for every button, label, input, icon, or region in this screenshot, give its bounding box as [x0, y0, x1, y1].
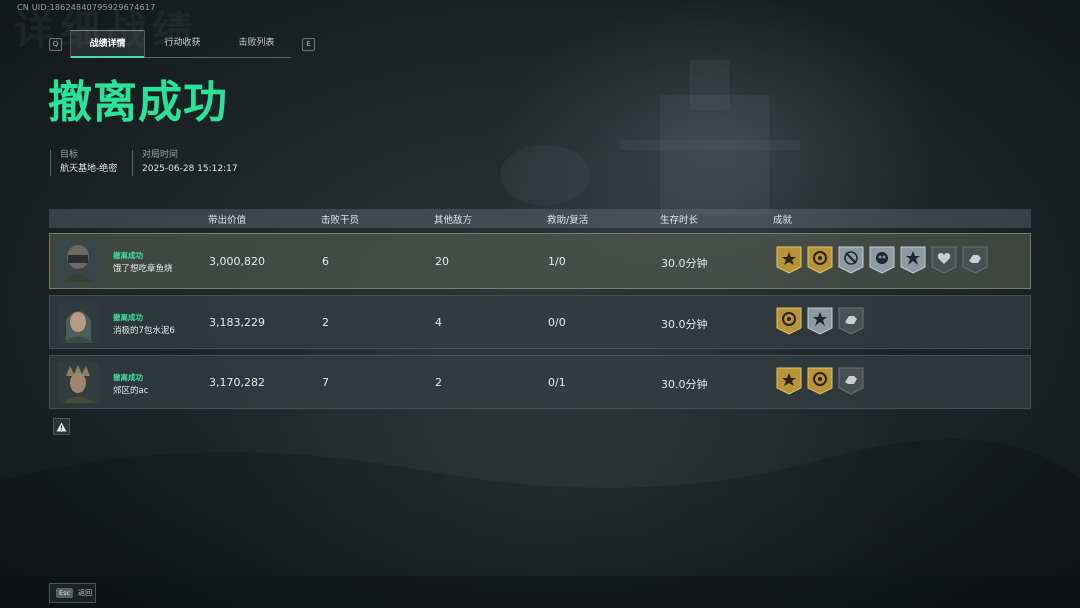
back-button[interactable]: Esc 返回	[49, 583, 96, 603]
survival-time: 30.0分钟	[661, 257, 708, 270]
assist-revive: 0/0	[548, 316, 566, 329]
dark-hand-icon[interactable]	[962, 246, 988, 274]
tab-defeat-list[interactable]: 击败列表	[220, 30, 293, 56]
silver-sword-icon[interactable]	[838, 246, 864, 274]
player-name: 郊区的ac	[113, 386, 149, 396]
gold-compass-icon[interactable]	[807, 246, 833, 274]
table-row[interactable]: 撤离成功 饿了想吃章鱼烧 3,000,820 6 20 1/0 30.0分钟	[49, 233, 1031, 289]
table-row[interactable]: 撤离成功 消极的7包水泥6 3,183,229 2 4 0/0 30.0分钟	[49, 295, 1031, 349]
dark-hand-icon[interactable]	[838, 367, 864, 395]
other-enemies-count: 2	[435, 376, 442, 389]
tab-prev-key-hint: Q	[49, 38, 62, 51]
kills-count: 6	[322, 255, 329, 268]
player-status: 撤离成功	[113, 313, 143, 322]
survival-time: 30.0分钟	[661, 318, 708, 331]
target-info: 目标 航天基地-绝密	[50, 150, 117, 176]
scoreboard-table: 带出价值 击败干员 其他敌方 救助/复活 生存时长 成就 撤离成功 饿了想吃章鱼…	[49, 209, 1031, 409]
other-enemies-count: 4	[435, 316, 442, 329]
silver-skull-icon[interactable]	[869, 246, 895, 274]
gold-star-icon[interactable]	[776, 367, 802, 395]
tab-next-key-hint: E	[302, 38, 315, 51]
report-warning-button[interactable]	[53, 418, 70, 435]
target-value: 航天基地-绝密	[60, 164, 118, 174]
extract-value: 3,183,229	[209, 316, 265, 329]
player-status: 撤离成功	[113, 373, 143, 382]
header-achievements: 成就	[773, 215, 793, 226]
achievement-badges	[776, 307, 864, 335]
header-assist-revive: 救助/复活	[547, 215, 589, 226]
match-time-label: 对局时间	[142, 150, 179, 160]
player-name: 饿了想吃章鱼烧	[113, 264, 173, 274]
dark-hand-icon[interactable]	[838, 307, 864, 335]
achievement-badges	[776, 246, 988, 274]
kills-count: 7	[322, 376, 329, 389]
header-survival-time: 生存时长	[660, 215, 699, 226]
gold-compass-icon[interactable]	[807, 367, 833, 395]
header-extract-value: 带出价值	[208, 215, 247, 226]
gold-compass-icon[interactable]	[776, 307, 802, 335]
result-title: 撤离成功	[48, 77, 228, 128]
tab-battle-details[interactable]: 战绩详情	[70, 30, 145, 58]
tab-bar: 战绩详情 行动收获 击败列表	[70, 30, 291, 58]
match-time-value: 2025-06-28 15:12:17	[142, 164, 238, 174]
extract-value: 3,000,820	[209, 255, 265, 268]
player-status: 撤离成功	[113, 251, 143, 260]
achievement-badges	[776, 367, 864, 395]
dark-heart-icon[interactable]	[931, 246, 957, 274]
table-header: 带出价值 击败干员 其他敌方 救助/复活 生存时长 成就	[49, 209, 1031, 228]
silver-star-icon[interactable]	[900, 246, 926, 274]
match-time-info: 对局时间 2025-06-28 15:12:17	[132, 150, 238, 176]
silver-star-icon[interactable]	[807, 307, 833, 335]
avatar	[58, 302, 99, 343]
gold-star-icon[interactable]	[776, 246, 802, 274]
avatar	[58, 241, 99, 282]
player-name: 消极的7包水泥6	[113, 326, 175, 336]
target-label: 目标	[60, 150, 79, 160]
assist-revive: 1/0	[548, 255, 566, 268]
extract-value: 3,170,282	[209, 376, 265, 389]
assist-revive: 0/1	[548, 376, 566, 389]
other-enemies-count: 20	[435, 255, 449, 268]
header-other-enemies: 其他敌方	[434, 215, 473, 226]
warning-icon	[56, 422, 67, 431]
survival-time: 30.0分钟	[661, 378, 708, 391]
kills-count: 2	[322, 316, 329, 329]
footer-bar	[0, 576, 1080, 608]
tab-action-gains[interactable]: 行动收获	[145, 30, 220, 56]
table-row[interactable]: 撤离成功 郊区的ac 3,170,282 7 2 0/1 30.0分钟	[49, 355, 1031, 409]
back-label: 返回	[78, 589, 93, 597]
avatar	[58, 362, 99, 403]
esc-key-hint: Esc	[56, 588, 74, 598]
header-kills: 击败干员	[321, 215, 360, 226]
